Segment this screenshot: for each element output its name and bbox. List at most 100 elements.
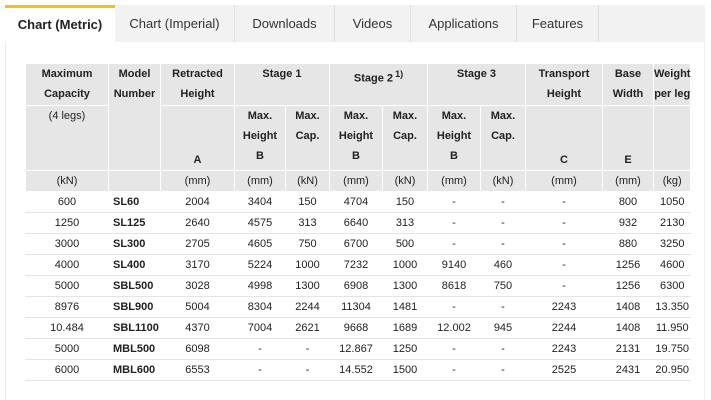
header-row: Maximum Capacity Model Number Retracted …: [25, 63, 692, 171]
model-number: SL300: [108, 233, 161, 255]
table-cell: 6300: [652, 275, 692, 297]
table-cell: 2243: [525, 338, 603, 360]
table-cell: 10.484: [25, 317, 109, 339]
stage1-letter: B: [256, 150, 264, 162]
table-cell: 5000: [25, 275, 109, 297]
table-row: 4000 SL400 3170 5224 1000 7232 1000 9140 460-125…: [25, 254, 692, 276]
header-stage2-label: Stage 2: [353, 72, 394, 85]
table-cell: 1408: [602, 317, 654, 339]
table-cell: 4998: [234, 275, 286, 297]
header-capacity-note: (4 legs): [25, 105, 109, 171]
table-cell: 8976: [25, 296, 109, 318]
header-model: Model Number: [108, 63, 161, 171]
table-cell: 2640: [160, 212, 235, 234]
table-cell: 2244: [285, 296, 330, 318]
table-row: 10.484 SBL1100 4370 7004 2621 9668 1689 12.002 9…: [25, 317, 692, 339]
table-cell: 13.350: [652, 296, 692, 318]
table-cell: -: [427, 296, 481, 318]
table-cell: -: [427, 212, 481, 234]
table-cell: 750: [285, 233, 330, 255]
unit-cell: (kN): [285, 170, 330, 192]
table-cell: 932: [602, 212, 654, 234]
header-letter-a: A: [160, 105, 235, 171]
table-row: 3000 SL300 2705 4605 750 6700 500- - -880 3250: [25, 233, 692, 255]
unit-cell: (kg): [652, 170, 692, 192]
table-cell: -: [480, 191, 526, 213]
model-number: SL60: [108, 191, 161, 213]
table-cell: -: [427, 359, 481, 381]
table-cell: 800: [602, 191, 654, 213]
table-cell: -: [234, 338, 286, 360]
table-cell: 2004: [160, 191, 235, 213]
tab-downloads[interactable]: Downloads: [235, 5, 335, 42]
table-cell: 4575: [234, 212, 286, 234]
table-cell: 11.950: [652, 317, 692, 339]
table-cell: -: [525, 254, 603, 276]
table-cell: 150: [285, 191, 330, 213]
table-cell: 12.002: [427, 317, 481, 339]
table-cell: 2130: [652, 212, 692, 234]
table-body: 600 SL60 2004 3404 150 4704 150- - -800 1050 1250 S…: [25, 191, 692, 381]
tab-features[interactable]: Features: [517, 5, 599, 42]
table-cell: -: [525, 191, 603, 213]
table-cell: 1300: [285, 275, 330, 297]
tab-chart-imperial[interactable]: Chart (Imperial): [115, 5, 235, 42]
unit-cell: (mm): [602, 170, 654, 192]
stage2-height-label: Max. Height: [338, 110, 374, 142]
table-cell: 2621: [285, 317, 330, 339]
tab-applications[interactable]: Applications: [411, 5, 517, 42]
table-cell: 600: [25, 191, 109, 213]
table-cell: 4000: [25, 254, 109, 276]
tab-chart-metric[interactable]: Chart (Metric): [5, 5, 115, 43]
table-cell: 6640: [329, 212, 383, 234]
unit-cell: (kN): [25, 170, 109, 192]
table-cell: 6908: [329, 275, 383, 297]
table-cell: 2244: [525, 317, 603, 339]
table-cell: -: [234, 359, 286, 381]
table-cell: 4605: [234, 233, 286, 255]
table-cell: 1256: [602, 275, 654, 297]
table-cell: 500: [382, 233, 428, 255]
model-number: SL125: [108, 212, 161, 234]
unit-cell: (kN): [480, 170, 526, 192]
unit-cell: (kN): [382, 170, 428, 192]
header-weight: Weight per leg: [652, 63, 692, 106]
table-cell: -: [480, 338, 526, 360]
model-number: SBL1100: [108, 317, 161, 339]
stage1-height-label: Max. Height: [242, 110, 278, 142]
table-cell: 1300: [382, 275, 428, 297]
table-cell: 1408: [602, 296, 654, 318]
table-cell: 1481: [382, 296, 428, 318]
header-letter-c: C: [525, 105, 603, 171]
table-cell: 313: [382, 212, 428, 234]
table-cell: 3028: [160, 275, 235, 297]
header-stage3: Stage 3: [427, 63, 526, 106]
table-cell: 4600: [652, 254, 692, 276]
tab-videos[interactable]: Videos: [335, 5, 411, 42]
table-cell: 4370: [160, 317, 235, 339]
unit-cell: (mm): [427, 170, 481, 192]
table-cell: 1689: [382, 317, 428, 339]
table-row: 6000 MBL600 6553- -14.552 1500- -2525 2431 20.9…: [25, 359, 692, 381]
tab-panel: Maximum Capacity Model Number Retracted …: [5, 42, 705, 400]
spec-table: Maximum Capacity Model Number Retracted …: [25, 63, 692, 381]
table-row: 1250 SL125 2640 4575 313 6640 313- - -932 2130: [25, 212, 692, 234]
table-row: 5000 MBL500 6098- -12.867 1250- -2243 2131 19.7…: [25, 338, 692, 360]
table-cell: 6000: [25, 359, 109, 381]
table-cell: -: [285, 359, 330, 381]
table-cell: 6098: [160, 338, 235, 360]
table-cell: 20.950: [652, 359, 692, 381]
table-cell: 460: [480, 254, 526, 276]
table-cell: -: [285, 338, 330, 360]
table-cell: 313: [285, 212, 330, 234]
table-cell: 7232: [329, 254, 383, 276]
table-cell: 8304: [234, 296, 286, 318]
table-cell: 6700: [329, 233, 383, 255]
table-cell: -: [480, 296, 526, 318]
table-cell: 3000: [25, 233, 109, 255]
model-number: MBL500: [108, 338, 161, 360]
table-cell: -: [427, 338, 481, 360]
table-cell: 1250: [382, 338, 428, 360]
table-row: 600 SL60 2004 3404 150 4704 150- - -800 1050: [25, 191, 692, 213]
table-cell: 3170: [160, 254, 235, 276]
